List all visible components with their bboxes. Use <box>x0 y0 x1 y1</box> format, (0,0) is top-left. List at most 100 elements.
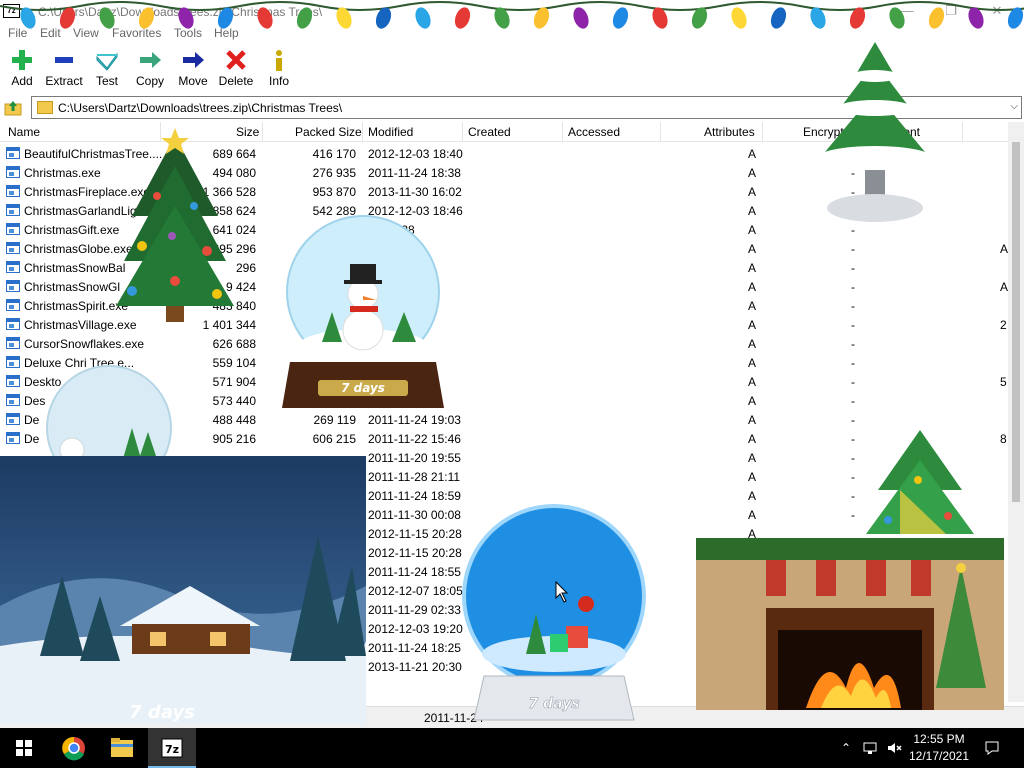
title-bar[interactable]: 7z C:\Users\Dartz\Downloads\trees.zip\Ch… <box>0 0 1024 24</box>
col-modified[interactable]: Modified <box>368 125 413 139</box>
cell-enc: - <box>851 280 855 294</box>
file-explorer-taskbar-button[interactable] <box>98 728 146 768</box>
path-text: C:\Users\Dartz\Downloads\trees.zip\Chris… <box>58 101 343 115</box>
window-title: C:\Users\Dartz\Downloads\trees.zip\Chris… <box>38 5 323 19</box>
cell-packed: 606 215 <box>312 432 356 446</box>
plus-icon <box>12 50 32 70</box>
system-clock[interactable]: 12:55 PM 12/17/2021 <box>904 731 974 765</box>
volume-muted-icon[interactable] <box>886 740 902 756</box>
cell-modified: 2012-11-15 20:28 <box>368 546 462 560</box>
menu-edit[interactable]: Edit <box>40 26 61 40</box>
col-name[interactable]: Name <box>8 125 40 139</box>
copy-button[interactable]: Copy <box>128 46 172 90</box>
col-accessed[interactable]: Accessed <box>568 125 620 139</box>
scrollbar-thumb[interactable] <box>1012 142 1020 502</box>
7zip-app-icon[interactable]: 7z <box>3 4 20 18</box>
cell-modified: 2011-11-20 19:55 <box>368 451 461 465</box>
christmas-tree-widget[interactable] <box>112 126 238 326</box>
fireplace-widget[interactable] <box>696 538 1004 710</box>
menu-favorites[interactable]: Favorites <box>112 26 161 40</box>
info-button[interactable]: Info <box>257 46 301 90</box>
copy-arrow-icon <box>140 52 161 68</box>
menu-file[interactable]: File <box>8 26 27 40</box>
move-button[interactable]: Move <box>171 46 215 90</box>
col-attributes[interactable]: Attributes <box>704 125 755 139</box>
column-divider[interactable] <box>562 122 563 142</box>
cell-enc: - <box>851 299 855 313</box>
show-hidden-icons-icon[interactable]: ⌃ <box>838 740 854 756</box>
cell-size: 296 <box>235 261 256 275</box>
extract-button[interactable]: Extract <box>42 46 86 90</box>
cell-extra: 5 <box>1000 375 1007 389</box>
column-divider[interactable] <box>362 122 363 142</box>
column-divider[interactable] <box>660 122 661 142</box>
cell-enc: - <box>851 432 855 446</box>
close-button[interactable]: ✕ <box>986 2 1008 20</box>
folder-up-icon[interactable] <box>3 98 23 118</box>
add-button[interactable]: Add <box>0 46 44 90</box>
cell-attr: A <box>748 318 757 332</box>
cell-attr: A <box>748 337 757 351</box>
cell-enc: - <box>851 356 855 370</box>
col-packed-size[interactable]: Packed Size <box>295 125 362 139</box>
column-divider[interactable] <box>962 122 963 142</box>
menu-help[interactable]: Help <box>214 26 239 40</box>
table-row[interactable]: CursorSnowflakes.exe626 688.15A- <box>0 334 1008 353</box>
snowman-globe-widget[interactable]: 7 days <box>272 212 454 417</box>
delete-label: Delete <box>218 74 254 88</box>
cell-enc: - <box>851 451 855 465</box>
winter-scene-days: 7 days <box>129 702 195 723</box>
delete-button[interactable]: Delete <box>214 46 258 90</box>
exe-file-icon <box>6 261 20 273</box>
cell-attr: A <box>748 413 757 427</box>
column-divider[interactable] <box>262 122 263 142</box>
chevron-down-icon[interactable]: ⌵ <box>1010 101 1018 112</box>
minimize-button[interactable]: — <box>896 2 918 20</box>
exe-file-icon <box>6 204 20 216</box>
cell-size: 573 440 <box>212 394 256 408</box>
notifications-icon[interactable] <box>984 740 1000 756</box>
cell-size: 905 216 <box>212 432 256 446</box>
cell-enc: - <box>851 318 855 332</box>
cell-packed: 276 935 <box>312 166 356 180</box>
test-label: Test <box>95 74 118 88</box>
exe-file-icon <box>6 375 20 387</box>
vertical-scrollbar[interactable] <box>1008 122 1024 702</box>
exe-file-icon <box>6 356 20 368</box>
menu-tools[interactable]: Tools <box>174 26 202 40</box>
snowy-tree-widget[interactable] <box>800 42 950 228</box>
menu-view[interactable]: View <box>73 26 99 40</box>
7zip-taskbar-button[interactable]: 7z <box>148 728 196 768</box>
cell-modified: 2011-11-22 15:46 <box>368 432 461 446</box>
cell-extra: 8 <box>1000 432 1007 446</box>
winter-scene-widget[interactable]: 7 days <box>0 456 366 724</box>
lit-tree-widget[interactable] <box>858 430 982 540</box>
check-icon <box>96 52 118 71</box>
clock-date: 12/17/2021 <box>908 749 970 763</box>
cell-modified: 2011-11-29 02:33 <box>368 603 461 617</box>
exe-file-icon <box>6 432 20 444</box>
cell-modified: 2011-11-24 18:59 <box>368 489 461 503</box>
taskbar: 7z ⌃ 12:55 PM 12/17/2021 <box>0 728 1024 768</box>
blue-globe-widget[interactable]: 7 days <box>456 504 652 726</box>
chrome-taskbar-button[interactable] <box>50 728 98 768</box>
7zip-taskbar-label: 7z <box>165 743 179 756</box>
cell-name: ChristmasGift.exe <box>24 223 120 237</box>
snowman-globe-days: 7 days <box>341 381 385 395</box>
cell-modified: 2012-12-03 18:40 <box>368 147 463 161</box>
column-divider[interactable] <box>762 122 763 142</box>
test-button[interactable]: Test <box>85 46 129 90</box>
col-created[interactable]: Created <box>468 125 511 139</box>
extract-label: Extract <box>45 74 83 88</box>
maximize-button[interactable]: ❐ <box>940 2 962 20</box>
network-icon[interactable] <box>862 740 878 756</box>
cell-attr: A <box>748 242 757 256</box>
info-icon <box>276 50 282 71</box>
column-divider[interactable] <box>462 122 463 142</box>
cell-attr: A <box>748 280 757 294</box>
start-button[interactable] <box>0 728 48 768</box>
col-size[interactable]: Size <box>236 125 259 139</box>
info-label: Info <box>268 74 289 88</box>
cell-attr: A <box>748 451 757 465</box>
cell-modified: 2011-11-24 18:25 <box>368 641 461 655</box>
